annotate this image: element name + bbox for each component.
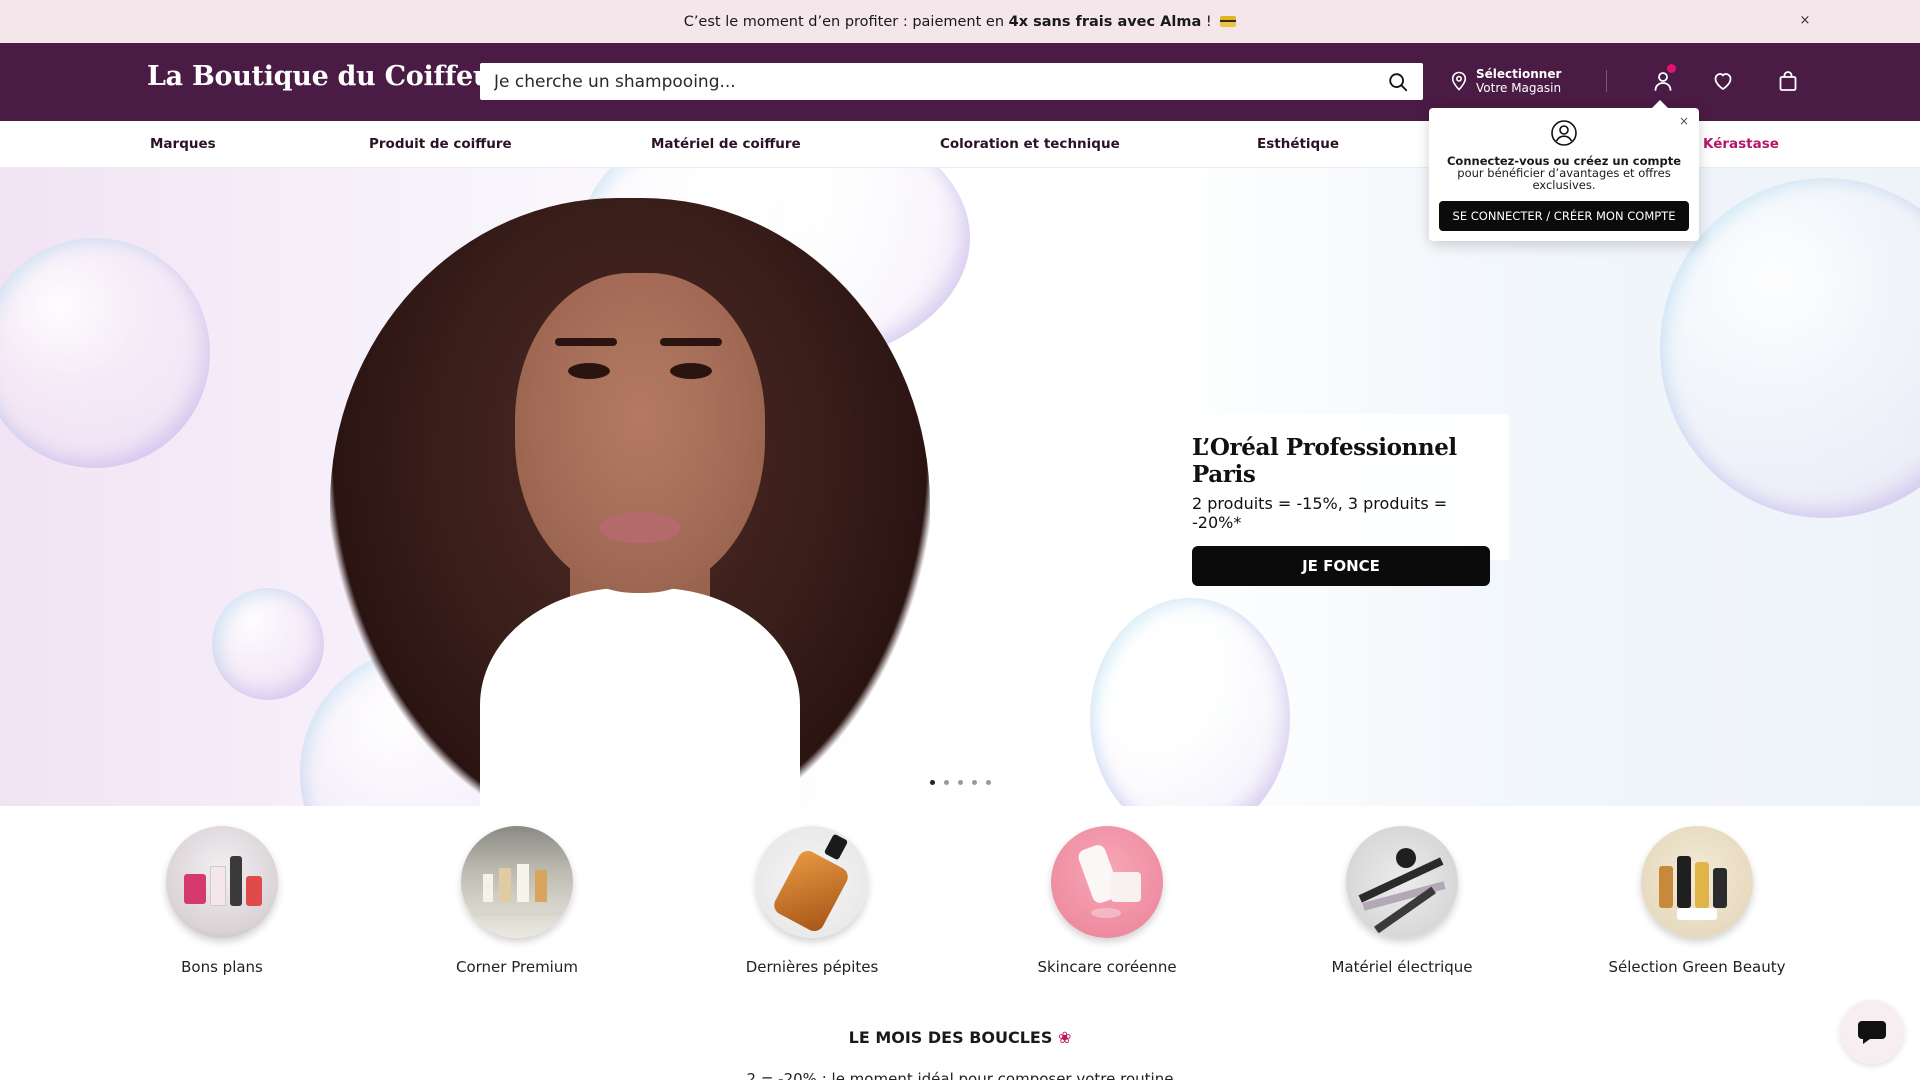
category-label: Corner Premium	[456, 958, 578, 976]
store-selector-title: Sélectionner	[1476, 67, 1562, 81]
carousel-dot[interactable]	[944, 780, 949, 785]
store-selector-subtitle: Votre Magasin	[1476, 81, 1562, 95]
search-input[interactable]	[494, 71, 1387, 92]
section-subtitle: 2 = -20% : le moment idéal pour composer…	[746, 1070, 1174, 1080]
section-title: LE MOIS DES BOUCLES ❀	[0, 1028, 1920, 1047]
announcement-text-bold[interactable]: 4x sans frais avec Alma	[1009, 14, 1202, 30]
carousel-dot[interactable]	[930, 780, 935, 785]
nav-item-produit-de-coiffure[interactable]: Produit de coiffure	[369, 136, 512, 152]
login-signup-button[interactable]: SE CONNECTER / CRÉER MON COMPTE	[1439, 201, 1689, 231]
decorative-bubble	[212, 588, 324, 700]
category-image	[461, 826, 573, 938]
flower-icon: ❀	[1057, 1028, 1072, 1047]
popover-arrow	[1651, 100, 1669, 109]
hero-promo-card: L’Oréal Professionnel Paris 2 produits =…	[1172, 414, 1509, 586]
decorative-bubble	[0, 238, 210, 468]
category-corner-premium[interactable]: Corner Premium	[407, 826, 627, 976]
search-bar	[480, 63, 1423, 100]
carousel-dot[interactable]	[958, 780, 963, 785]
category-shortcuts: Bons plans Corner Premium Dernières pépi…	[0, 806, 1920, 996]
chat-icon	[1858, 1021, 1886, 1044]
announcement-close-button[interactable]: ×	[1796, 12, 1814, 30]
search-icon[interactable]	[1387, 71, 1409, 93]
decorative-bubble	[1090, 598, 1290, 806]
header-divider	[1606, 70, 1607, 92]
nav-item-materiel-de-coiffure[interactable]: Matériel de coiffure	[651, 136, 801, 152]
category-label: Dernières pépites	[745, 958, 879, 976]
category-dernieres-pepites[interactable]: Dernières pépites	[702, 826, 922, 976]
category-skincare-coreenne[interactable]: Skincare coréenne	[997, 826, 1217, 976]
carousel-dots	[930, 780, 991, 785]
category-label: Skincare coréenne	[1037, 958, 1177, 976]
nav-item-kerastase[interactable]: Kérastase	[1703, 136, 1779, 152]
hero-title: L’Oréal Professionnel Paris	[1192, 434, 1457, 488]
announcement-bar: C’est le moment d’en profiter : paiement…	[0, 0, 1920, 43]
category-selection-green-beauty[interactable]: Sélection Green Beauty	[1587, 826, 1807, 976]
user-circle-icon	[1551, 120, 1577, 146]
section-title-text: LE MOIS DES BOUCLES	[848, 1028, 1053, 1047]
carousel-dot[interactable]	[986, 780, 991, 785]
site-logo[interactable]: La Boutique du Coiffeur	[147, 61, 506, 92]
announcement-text-end: !	[1201, 13, 1212, 30]
category-image	[1641, 826, 1753, 938]
store-selector[interactable]: Sélectionner Votre Magasin	[1450, 65, 1561, 97]
notification-badge	[1667, 64, 1676, 73]
carousel-dot[interactable]	[972, 780, 977, 785]
category-image	[166, 826, 278, 938]
popover-message: Connectez-vous ou créez un compte pour b…	[1429, 155, 1699, 191]
category-label: Bons plans	[181, 958, 263, 976]
map-pin-icon	[1451, 71, 1467, 91]
announcement-text-start: C’est le moment d’en profiter : paiement…	[683, 13, 1009, 30]
credit-card-icon	[1220, 15, 1237, 27]
bag-icon[interactable]	[1776, 69, 1800, 93]
hero-cta-button[interactable]: JE FONCE	[1192, 546, 1490, 586]
category-materiel-electrique[interactable]: Matériel électrique	[1292, 826, 1512, 976]
category-image	[1346, 826, 1458, 938]
popover-message-text: pour bénéficier d’avantages et offres ex…	[1457, 166, 1671, 192]
nav-item-coloration-et-technique[interactable]: Coloration et technique	[940, 136, 1120, 152]
account-popover: × Connectez-vous ou créez un compte pour…	[1429, 100, 1699, 241]
category-image	[756, 826, 868, 938]
announcement-text: C’est le moment d’en profiter : paiement…	[684, 14, 1237, 30]
category-image	[1051, 826, 1163, 938]
hero-banner[interactable]: L’Oréal Professionnel Paris 2 produits =…	[0, 168, 1920, 806]
category-label: Matériel électrique	[1331, 958, 1473, 976]
nav-item-esthetique[interactable]: Esthétique	[1257, 136, 1339, 152]
decorative-bubble	[1660, 178, 1920, 518]
popover-close-button[interactable]: ×	[1679, 114, 1689, 128]
nav-item-marques[interactable]: Marques	[150, 136, 216, 152]
category-label: Sélection Green Beauty	[1608, 958, 1786, 976]
category-bons-plans[interactable]: Bons plans	[112, 826, 332, 976]
heart-icon[interactable]	[1711, 69, 1735, 93]
chat-widget-button[interactable]	[1840, 1000, 1904, 1064]
hero-subtitle: 2 produits = -15%, 3 produits = -20%*	[1192, 494, 1448, 532]
